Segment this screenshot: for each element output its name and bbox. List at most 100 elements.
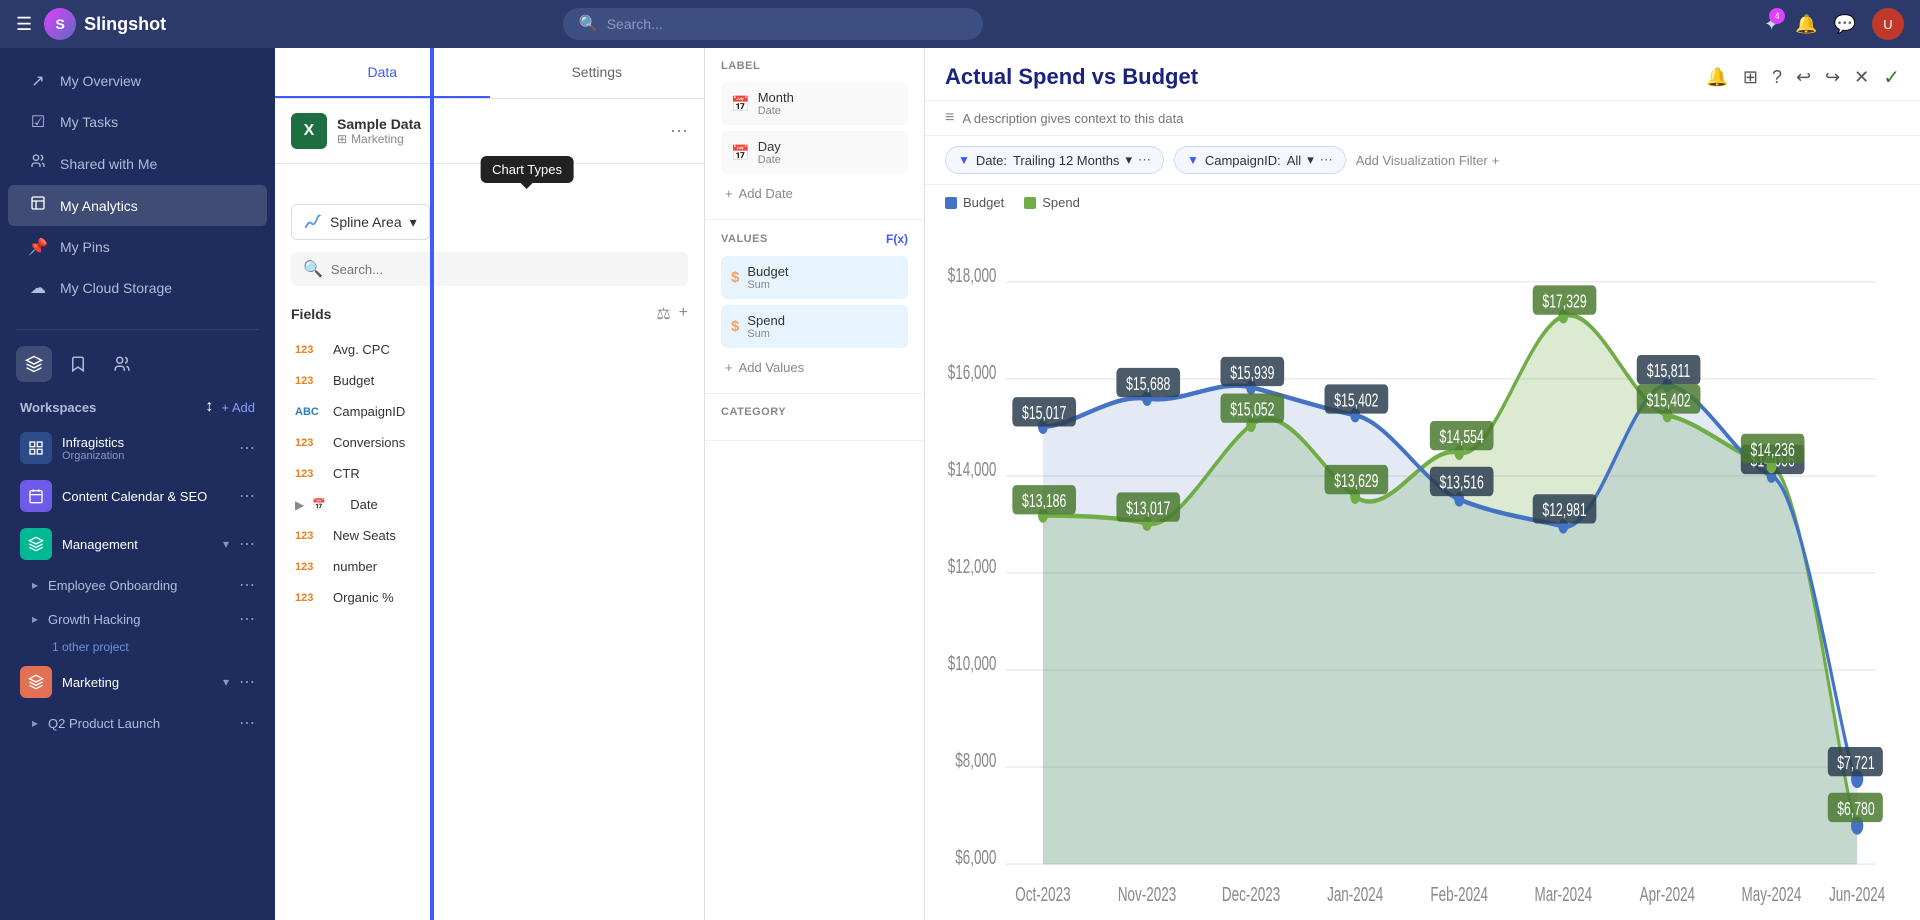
sidebar-tab-bookmarks[interactable] xyxy=(60,346,96,382)
project-more-growth[interactable]: ⋯ xyxy=(239,609,255,629)
chart-type-button[interactable]: Spline Area ▾ xyxy=(291,204,430,240)
project-growth-hacking[interactable]: ▸ Growth Hacking ⋯ xyxy=(0,602,275,636)
config-fx-button[interactable]: F(x) xyxy=(886,232,908,246)
top-navigation: ☰ S Slingshot 🔍 ✦ 4 🔔 💬 U xyxy=(0,0,1920,48)
workspace-org-sub: Organization xyxy=(62,450,229,462)
fields-add-icon[interactable]: + xyxy=(679,304,688,324)
config-month-info: Month Date xyxy=(758,90,898,117)
field-number[interactable]: 123 number xyxy=(291,551,688,582)
svg-text:$13,629: $13,629 xyxy=(1334,472,1378,492)
workspaces-sort[interactable]: ↕ xyxy=(205,398,213,416)
pins-icon: 📌 xyxy=(28,237,48,257)
sidebar-item-tasks[interactable]: ☑ My Tasks xyxy=(8,102,267,142)
filter-campaign-more[interactable]: ⋯ xyxy=(1320,152,1333,168)
field-type-budget: 123 xyxy=(295,375,325,387)
undo-icon[interactable]: ↩ xyxy=(1796,67,1811,88)
chart-title-input[interactable] xyxy=(945,64,1694,90)
add-filter-button[interactable]: Add Visualization Filter + xyxy=(1356,153,1500,168)
field-date-expand[interactable]: ▶ xyxy=(295,498,304,512)
field-conversions[interactable]: 123 Conversions xyxy=(291,427,688,458)
project-q2-launch[interactable]: ▸ Q2 Product Launch ⋯ xyxy=(0,706,275,740)
data-source-more-icon[interactable]: ⋯ xyxy=(670,121,688,142)
add-workspace-button[interactable]: + Add xyxy=(221,400,255,415)
add-values-button[interactable]: + Add Values xyxy=(721,354,908,381)
workspace-management-header[interactable]: Management ▾ ⋯ xyxy=(0,520,275,568)
svg-text:$14,236: $14,236 xyxy=(1751,440,1795,460)
chart-type-section: Chart Types Spline Area ▾ xyxy=(275,164,704,252)
fields-balance-icon[interactable]: ⚖ xyxy=(656,304,670,324)
sidebar-item-cloud[interactable]: ☁ My Cloud Storage xyxy=(8,268,267,308)
field-name-number: number xyxy=(333,559,377,574)
search-input[interactable] xyxy=(607,16,967,32)
legend-budget: Budget xyxy=(945,195,1004,210)
workspace-infragistics[interactable]: Infragistics Organization ⋯ xyxy=(0,424,275,472)
field-date[interactable]: ▶ 📅 Date xyxy=(291,489,688,520)
data-panel-tabs: Data Settings xyxy=(275,48,704,99)
project-employee-onboarding[interactable]: ▸ Employee Onboarding ⋯ xyxy=(0,568,275,602)
close-icon[interactable]: ✕ xyxy=(1854,67,1869,88)
tab-settings[interactable]: Settings xyxy=(490,48,705,98)
field-type-avg-cpc: 123 xyxy=(295,344,325,356)
field-name-conversions: Conversions xyxy=(333,435,405,450)
add-values-label: Add Values xyxy=(739,360,805,375)
fields-header: Fields ⚖ + xyxy=(291,294,688,334)
workspace-more-icon[interactable]: ⋯ xyxy=(239,438,255,458)
marketing-more-icon[interactable]: ⋯ xyxy=(239,672,255,692)
field-campaignid[interactable]: ABC CampaignID xyxy=(291,396,688,427)
config-panel: LABEL 📅 Month Date 📅 Day Date xyxy=(705,48,925,920)
sidebar-tab-workspaces[interactable] xyxy=(16,346,52,382)
config-spend-name: Spend xyxy=(747,313,898,328)
add-date-button[interactable]: + Add Date xyxy=(721,180,908,207)
project-more-q2[interactable]: ⋯ xyxy=(239,713,255,733)
bell-icon[interactable]: 🔔 xyxy=(1795,14,1817,35)
management-more-icon[interactable]: ⋯ xyxy=(239,534,255,554)
sidebar-tab-members[interactable] xyxy=(104,346,140,382)
menu-icon[interactable]: ☰ xyxy=(16,14,32,35)
filter-campaignid[interactable]: ▼ CampaignID: All ▾ ⋯ xyxy=(1174,146,1346,174)
field-new-seats[interactable]: 123 New Seats xyxy=(291,520,688,551)
field-avg-cpc[interactable]: 123 Avg. CPC xyxy=(291,334,688,365)
fields-search-bar[interactable]: 🔍 xyxy=(291,252,688,286)
grid-icon[interactable]: ⊞ xyxy=(1743,67,1758,88)
workspaces-header: Workspaces ↕ + Add xyxy=(0,390,275,424)
field-type-organic: 123 xyxy=(295,592,325,604)
sidebar-item-overview[interactable]: ↗ My Overview xyxy=(8,61,267,101)
chart-description-input[interactable] xyxy=(962,111,1900,126)
redo-icon[interactable]: ↪ xyxy=(1825,67,1840,88)
project-more-employee[interactable]: ⋯ xyxy=(239,575,255,595)
workspace-content-more-icon[interactable]: ⋯ xyxy=(239,486,255,506)
filter-date[interactable]: ▼ Date: Trailing 12 Months ▾ ⋯ xyxy=(945,146,1164,174)
marketing-chevron: ▾ xyxy=(223,675,229,689)
global-search[interactable]: 🔍 xyxy=(563,8,983,40)
field-ctr[interactable]: 123 CTR xyxy=(291,458,688,489)
field-budget[interactable]: 123 Budget xyxy=(291,365,688,396)
fields-search-input[interactable] xyxy=(331,262,676,277)
config-day-icon: 📅 xyxy=(731,144,750,162)
more-projects-link[interactable]: 1 other project xyxy=(0,636,275,658)
config-label-month[interactable]: 📅 Month Date xyxy=(721,82,908,125)
config-value-spend[interactable]: $ Spend Sum xyxy=(721,305,908,348)
filter-date-value: Trailing 12 Months xyxy=(1013,153,1119,168)
sidebar-item-shared[interactable]: Shared with Me xyxy=(8,143,267,184)
analytics-icon xyxy=(28,195,48,216)
alarm-icon[interactable]: 🔔 xyxy=(1706,67,1728,88)
workspace-marketing-header[interactable]: Marketing ▾ ⋯ xyxy=(0,658,275,706)
help-icon[interactable]: ? xyxy=(1772,67,1782,88)
project-name-growth: Growth Hacking xyxy=(48,612,229,627)
chat-icon[interactable]: 💬 xyxy=(1834,14,1856,35)
sidebar-item-pins[interactable]: 📌 My Pins xyxy=(8,227,267,267)
field-organic[interactable]: 123 Organic % xyxy=(291,582,688,613)
sparkle-icon[interactable]: ✦ 4 xyxy=(1764,14,1779,35)
config-value-budget[interactable]: $ Budget Sum xyxy=(721,256,908,299)
tab-data[interactable]: Data xyxy=(275,48,490,98)
config-label-day[interactable]: 📅 Day Date xyxy=(721,131,908,174)
config-spend-info: Spend Sum xyxy=(747,313,898,340)
filter-date-more[interactable]: ⋯ xyxy=(1138,152,1151,168)
chart-type-label: Spline Area xyxy=(330,214,402,230)
data-source-info: Sample Data ⊞ Marketing xyxy=(337,116,660,146)
workspace-content-calendar[interactable]: Content Calendar & SEO ⋯ xyxy=(0,472,275,520)
user-avatar[interactable]: U xyxy=(1872,8,1904,40)
save-icon[interactable]: ✓ xyxy=(1883,65,1900,90)
sidebar-item-analytics[interactable]: My Analytics xyxy=(8,185,267,226)
svg-text:Nov-2023: Nov-2023 xyxy=(1118,882,1176,906)
